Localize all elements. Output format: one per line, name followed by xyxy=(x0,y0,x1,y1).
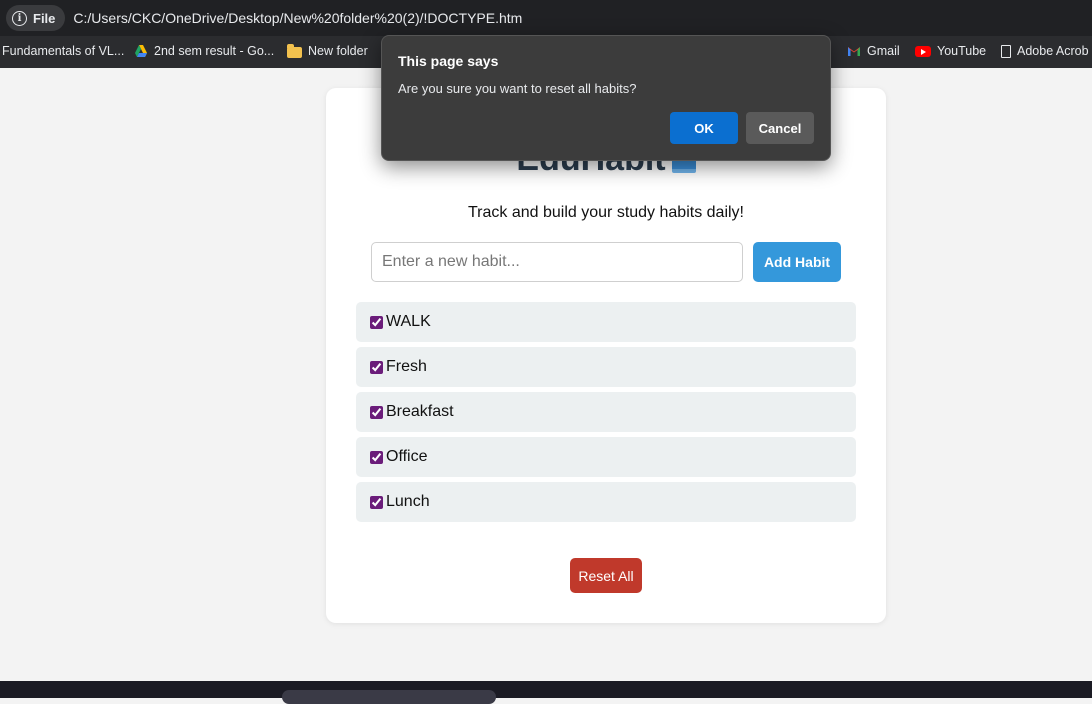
info-icon: i xyxy=(12,10,27,26)
taskbar-search[interactable] xyxy=(282,690,496,704)
habit-label: Office xyxy=(386,448,428,465)
youtube-icon xyxy=(915,45,931,57)
add-habit-button[interactable]: Add Habit xyxy=(753,242,841,282)
bookmark-new-folder[interactable]: New folder xyxy=(287,43,368,58)
folder-icon xyxy=(287,43,302,58)
habit-label: Breakfast xyxy=(386,403,454,420)
habit-checkbox[interactable] xyxy=(370,495,383,509)
bookmark-label: 2nd sem result - Go... xyxy=(154,44,275,58)
site-info-button[interactable]: i File xyxy=(6,5,66,31)
google-drive-icon xyxy=(135,45,147,57)
habit-item: Breakfast xyxy=(356,392,856,432)
ok-button[interactable]: OK xyxy=(670,112,738,144)
confirm-dialog: This page says Are you sure you want to … xyxy=(381,35,831,161)
habit-label: Fresh xyxy=(386,358,427,375)
bookmark-label: Gmail xyxy=(867,44,900,58)
habit-label: WALK xyxy=(386,313,431,330)
reset-all-button[interactable]: Reset All xyxy=(570,558,642,593)
bookmark-label: Fundamentals of VL... xyxy=(2,44,125,58)
bookmark-label: New folder xyxy=(308,44,368,58)
habit-item: WALK xyxy=(356,302,856,342)
bookmark-label: YouTube xyxy=(937,44,987,58)
habit-label: Lunch xyxy=(386,493,430,510)
app-subtitle: Track and build your study habits daily! xyxy=(468,204,744,221)
habit-checkbox[interactable] xyxy=(370,405,383,419)
habit-item: Lunch xyxy=(356,482,856,522)
habit-item: Fresh xyxy=(356,347,856,387)
taskbar xyxy=(0,681,1092,704)
dialog-message: Are you sure you want to reset all habit… xyxy=(398,81,637,96)
bookmark-label: Adobe Acrob xyxy=(1017,44,1089,58)
bookmark-gmail[interactable]: Gmail xyxy=(847,44,900,58)
cancel-button[interactable]: Cancel xyxy=(746,112,814,144)
habit-checkbox[interactable] xyxy=(370,315,383,329)
bookmark-2nd-sem-result[interactable]: 2nd sem result - Go... xyxy=(134,44,274,58)
bookmark-fundamentals[interactable]: Fundamentals of VL... xyxy=(2,44,124,58)
url-field[interactable]: C:/Users/CKC/OneDrive/Desktop/New%20fold… xyxy=(73,10,522,26)
habit-checkbox[interactable] xyxy=(370,360,383,374)
habit-list: WALK Fresh Breakfast Office Lunch xyxy=(356,302,856,527)
site-info-label: File xyxy=(33,10,56,26)
address-bar: i File C:/Users/CKC/OneDrive/Desktop/New… xyxy=(0,0,1092,36)
bookmark-adobe[interactable]: Adobe Acrob xyxy=(1001,44,1089,58)
dialog-title: This page says xyxy=(398,53,499,69)
habit-checkbox[interactable] xyxy=(370,450,383,464)
new-habit-input[interactable] xyxy=(371,242,743,282)
bookmark-youtube[interactable]: YouTube xyxy=(915,44,986,58)
habit-item: Office xyxy=(356,437,856,477)
gmail-icon xyxy=(848,47,860,56)
document-icon xyxy=(1001,44,1011,58)
